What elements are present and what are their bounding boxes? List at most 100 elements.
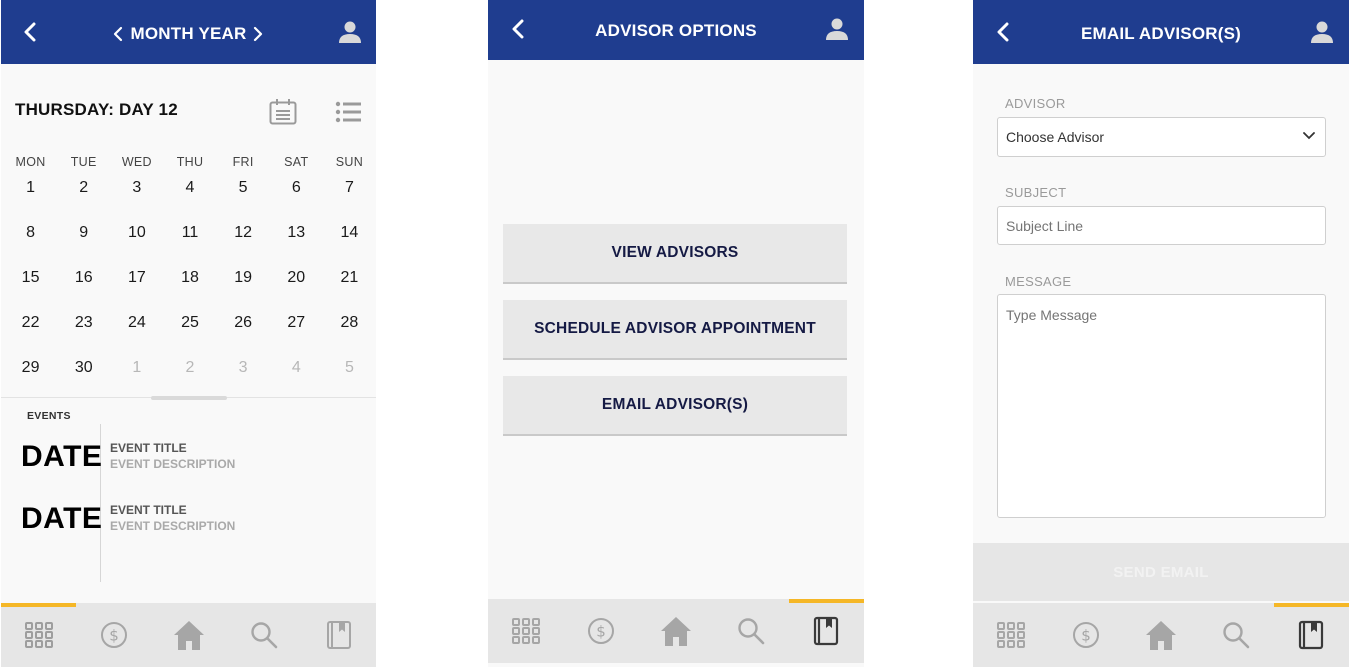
calendar-day[interactable]: 2 xyxy=(57,179,110,224)
user-icon xyxy=(1311,21,1333,43)
week-row: 1 2 3 4 5 6 7 xyxy=(4,179,376,224)
calendar-day[interactable]: 11 xyxy=(163,224,216,269)
calendar-day[interactable]: 14 xyxy=(323,224,376,269)
tab-home[interactable] xyxy=(1123,603,1198,667)
tab-grid[interactable] xyxy=(973,603,1048,667)
advisor-select[interactable]: Choose Advisor xyxy=(997,117,1326,157)
profile-button[interactable] xyxy=(1310,20,1334,44)
send-email-button[interactable]: SEND EMAIL xyxy=(973,543,1349,601)
list-view-button[interactable] xyxy=(335,101,361,123)
tab-bar: $ xyxy=(488,599,864,663)
weekday-label: THU xyxy=(176,155,204,169)
tab-bar: $ xyxy=(973,603,1349,667)
message-label: MESSAGE xyxy=(1005,274,1072,289)
calendar-day[interactable]: 13 xyxy=(270,224,323,269)
calendar-day[interactable]: 22 xyxy=(4,314,57,359)
event-date: DATE xyxy=(21,502,103,535)
user-icon xyxy=(339,21,361,43)
weekday-label: SUN xyxy=(335,155,364,169)
grid-icon xyxy=(511,618,540,644)
calendar-day[interactable]: 10 xyxy=(110,224,163,269)
calendar-day[interactable]: 3 xyxy=(110,179,163,224)
weekday-label: MON xyxy=(15,155,46,169)
calendar-day[interactable]: 23 xyxy=(57,314,110,359)
tab-grid[interactable] xyxy=(1,603,76,667)
chevron-right-icon xyxy=(253,26,263,42)
calendar-day[interactable]: 9 xyxy=(57,224,110,269)
week-row: 15 16 17 18 19 20 21 xyxy=(4,269,376,314)
calendar-day[interactable]: 6 xyxy=(270,179,323,224)
tab-search[interactable] xyxy=(713,599,788,663)
calendar-day[interactable]: 24 xyxy=(110,314,163,359)
search-icon xyxy=(250,622,277,649)
subject-input[interactable] xyxy=(997,206,1326,245)
dollar-icon: $ xyxy=(1072,622,1099,648)
tab-search[interactable] xyxy=(226,603,301,667)
tab-dollar[interactable]: $ xyxy=(76,603,151,667)
view-advisors-button[interactable]: VIEW ADVISORS xyxy=(503,224,847,284)
tab-home[interactable] xyxy=(638,599,713,663)
events-label: EVENTS xyxy=(27,410,71,422)
drag-handle[interactable] xyxy=(151,396,227,400)
header-bar: EMAIL ADVISOR(S) xyxy=(973,0,1349,64)
weekday-header: MON TUE WED THU FRI SAT SUN xyxy=(4,155,376,179)
search-icon xyxy=(737,618,764,645)
calendar-view-button[interactable] xyxy=(269,98,297,125)
grid-icon xyxy=(24,622,53,648)
tab-dollar[interactable]: $ xyxy=(1048,603,1123,667)
tab-book[interactable] xyxy=(788,599,863,663)
svg-text:$: $ xyxy=(1081,627,1091,645)
schedule-appointment-button[interactable]: SCHEDULE ADVISOR APPOINTMENT xyxy=(503,300,847,360)
page-title: ADVISOR OPTIONS xyxy=(595,21,757,40)
tab-home[interactable] xyxy=(151,603,226,667)
tab-book[interactable] xyxy=(1273,603,1348,667)
next-month-button[interactable] xyxy=(253,26,263,42)
calendar-day[interactable]: 4 xyxy=(163,179,216,224)
profile-button[interactable] xyxy=(825,17,849,41)
home-icon xyxy=(173,621,204,650)
tab-grid[interactable] xyxy=(488,599,563,663)
advisor-options-screen: ADVISOR OPTIONS VIEW ADVISORS SCHEDULE A… xyxy=(488,0,864,667)
weekday-label: TUE xyxy=(70,155,97,169)
calendar-day[interactable]: 28 xyxy=(323,314,376,359)
day-heading: THURSDAY: DAY 12 xyxy=(15,100,178,119)
home-icon xyxy=(1145,621,1176,650)
calendar-day[interactable]: 27 xyxy=(270,314,323,359)
calendar-day[interactable]: 26 xyxy=(217,314,270,359)
book-icon xyxy=(1298,620,1323,650)
week-row: 8 9 10 11 12 13 14 xyxy=(4,224,376,269)
calendar-day[interactable]: 19 xyxy=(217,269,270,314)
tab-book[interactable] xyxy=(301,603,376,667)
tab-dollar[interactable]: $ xyxy=(563,599,638,663)
grid-icon xyxy=(996,622,1025,648)
calendar-day[interactable]: 7 xyxy=(323,179,376,224)
event-title[interactable]: EVENT TITLE xyxy=(110,441,187,455)
weekday-label: WED xyxy=(121,155,152,169)
list-icon xyxy=(335,101,361,123)
profile-button[interactable] xyxy=(338,20,362,44)
book-icon xyxy=(813,616,838,646)
calendar-day[interactable]: 21 xyxy=(323,269,376,314)
page-title: EMAIL ADVISOR(S) xyxy=(1081,24,1241,43)
weekday-label: SAT xyxy=(284,155,309,169)
calendar-day[interactable]: 25 xyxy=(163,314,216,359)
event-title[interactable]: EVENT TITLE xyxy=(110,503,187,517)
calendar-day[interactable]: 15 xyxy=(4,269,57,314)
message-textarea[interactable] xyxy=(997,294,1326,518)
calendar-day[interactable]: 12 xyxy=(217,224,270,269)
calendar-day[interactable]: 18 xyxy=(163,269,216,314)
calendar-screen: MONTH YEAR THURSDAY: DAY 12 MON TUE WED … xyxy=(1,0,376,667)
svg-text:$: $ xyxy=(596,623,606,641)
calendar-day[interactable]: 1 xyxy=(4,179,57,224)
calendar-day[interactable]: 8 xyxy=(4,224,57,269)
calendar-day[interactable]: 20 xyxy=(270,269,323,314)
user-icon xyxy=(826,18,848,40)
chevron-down-icon xyxy=(1303,132,1315,140)
tab-search[interactable] xyxy=(1198,603,1273,667)
page-title: MONTH YEAR xyxy=(130,24,247,43)
calendar-day[interactable]: 16 xyxy=(57,269,110,314)
calendar-day[interactable]: 5 xyxy=(217,179,270,224)
calendar-day[interactable]: 17 xyxy=(110,269,163,314)
email-advisors-button[interactable]: EMAIL ADVISOR(S) xyxy=(503,376,847,436)
subject-label: SUBJECT xyxy=(1005,185,1067,200)
